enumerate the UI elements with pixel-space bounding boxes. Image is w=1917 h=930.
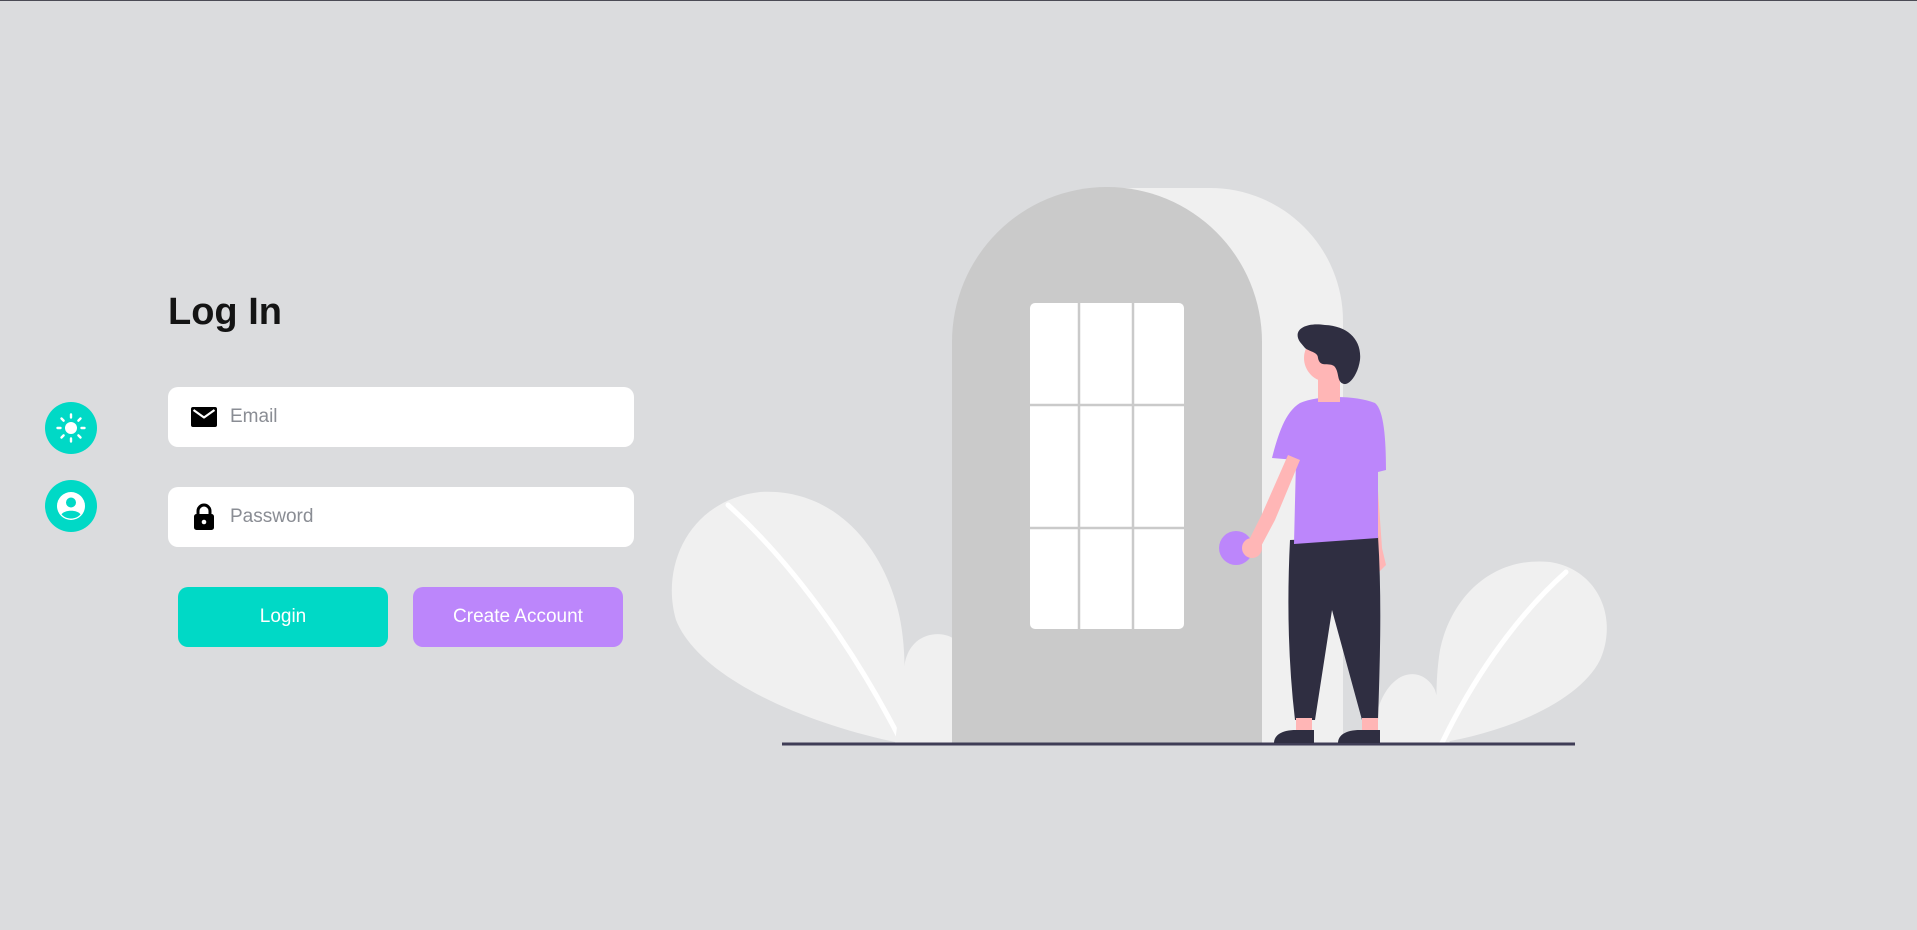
window-top-border bbox=[0, 0, 1917, 1]
theme-toggle-button[interactable] bbox=[45, 402, 97, 454]
door-window bbox=[1030, 303, 1184, 629]
right-leaf bbox=[1436, 561, 1607, 743]
page-title: Log In bbox=[168, 291, 282, 333]
email-input[interactable] bbox=[230, 406, 610, 428]
create-account-button[interactable]: Create Account bbox=[413, 587, 623, 647]
password-input[interactable] bbox=[230, 506, 610, 528]
user-circle-icon bbox=[55, 490, 87, 522]
email-field-container[interactable] bbox=[168, 387, 634, 447]
sun-icon bbox=[55, 412, 87, 444]
lock-icon bbox=[190, 503, 218, 531]
password-field-container[interactable] bbox=[168, 487, 634, 547]
envelope-icon bbox=[190, 403, 218, 431]
door-illustration bbox=[671, 187, 1607, 746]
login-button[interactable]: Login bbox=[178, 587, 388, 647]
left-bush bbox=[895, 634, 955, 743]
profile-button[interactable] bbox=[45, 480, 97, 532]
left-leaf bbox=[671, 491, 905, 743]
